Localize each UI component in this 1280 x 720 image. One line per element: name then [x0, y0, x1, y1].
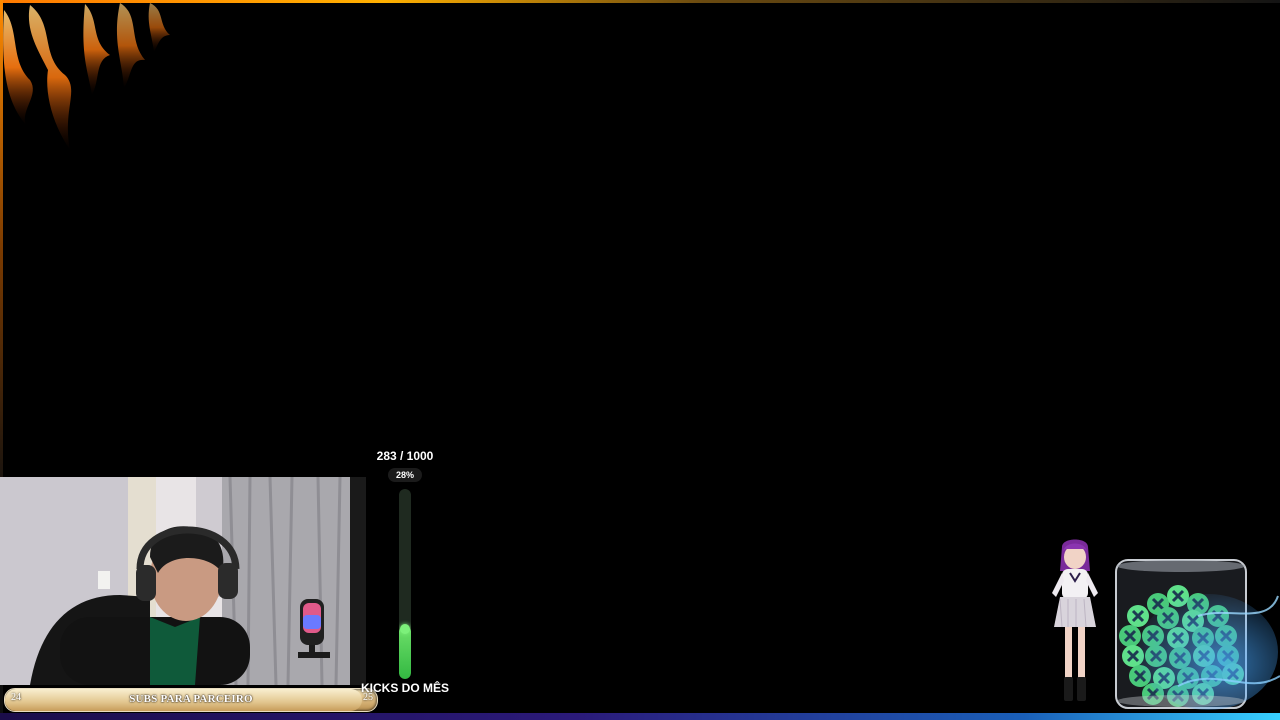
webcam-feed [0, 477, 366, 685]
kicks-percent-badge: 28% [388, 468, 422, 482]
frame-top-border [0, 0, 1280, 3]
kicks-progress-knob [400, 624, 410, 634]
kicks-goal-title: KICKS DO MÊS [360, 681, 449, 695]
fire-decoration-icon [3, 3, 170, 150]
subs-goal-bar: 24 SUBS PARA PARCEIRO 25 [4, 688, 378, 712]
subs-goal-label: SUBS PARA PARCEIRO [129, 693, 253, 705]
frame-bottom-border [0, 713, 1280, 720]
vtuber-avatar [1052, 539, 1098, 701]
kicks-progress-track [399, 489, 411, 679]
kicks-count: 283 / 1000 [376, 449, 434, 463]
kick-jar-icon [1115, 559, 1280, 710]
